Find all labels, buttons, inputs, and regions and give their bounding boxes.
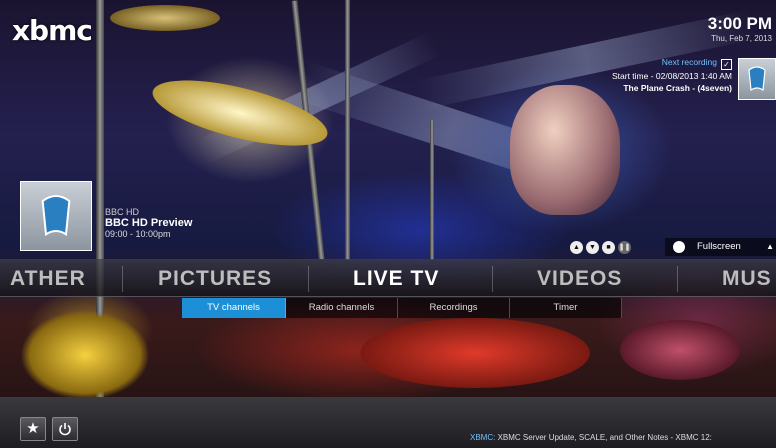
fullscreen-label: Fullscreen <box>697 241 741 252</box>
next-recording-thumbnail <box>738 58 776 100</box>
power-button[interactable] <box>52 417 78 441</box>
film-reel-icon <box>748 66 766 92</box>
menu-item-videos[interactable]: VIDEOS <box>537 267 622 291</box>
clock-time: 3:00 PM <box>707 14 772 33</box>
favourites-button[interactable]: ★ <box>20 417 46 441</box>
menu-divider <box>677 266 678 292</box>
clock-date: Thu, Feb 7, 2013 <box>711 34 772 43</box>
record-icon[interactable] <box>673 241 685 253</box>
now-playing-thumbnail[interactable] <box>20 181 92 251</box>
menu-item-music[interactable]: MUS <box>722 267 772 291</box>
submenu-timer[interactable]: Timer <box>510 298 622 318</box>
main-menu: ATHER PICTURES LIVE TV VIDEOS MUS <box>0 259 776 297</box>
drummer <box>510 85 620 215</box>
now-playing-info: BBC HD BBC HD Preview 09:00 - 10:00pm <box>105 207 192 240</box>
drum <box>620 320 740 380</box>
checkbox-icon: ✓ <box>721 59 732 70</box>
menu-item-live-tv[interactable]: LIVE TV <box>353 267 439 291</box>
next-recording-info: Next recording ✓ Start time - 02/08/2013 … <box>612 56 732 94</box>
film-reel-icon <box>41 195 71 237</box>
submenu-tv-channels[interactable]: TV channels <box>182 298 286 318</box>
rss-ticker[interactable]: XBMC: XBMC Server Update, SCALE, and Oth… <box>470 433 712 442</box>
cymbal <box>110 5 220 31</box>
up-icon[interactable]: ▲ <box>570 240 583 254</box>
menu-divider <box>122 266 123 292</box>
star-icon: ★ <box>26 420 40 437</box>
stage-light <box>20 310 150 400</box>
menu-item-pictures[interactable]: PICTURES <box>158 267 272 291</box>
menu-divider <box>492 266 493 292</box>
now-playing-show: BBC HD Preview <box>105 217 193 229</box>
power-icon <box>59 423 71 436</box>
down-icon[interactable]: ▼ <box>586 240 599 254</box>
now-playing-time: 09:00 - 10:00pm <box>105 229 171 239</box>
submenu-recordings[interactable]: Recordings <box>398 298 510 318</box>
cymbal-stand <box>345 0 350 260</box>
sub-menu: TV channels Radio channels Recordings Ti… <box>182 298 622 318</box>
pause-icon[interactable]: ❚❚ <box>618 240 631 254</box>
cymbal-stand <box>430 120 434 260</box>
ticker-source: XBMC: <box>470 433 496 442</box>
menu-item-weather[interactable]: ATHER <box>10 267 86 291</box>
clock: 3:00 PM Thu, Feb 7, 2013 <box>708 14 772 43</box>
osd-controls: ▲ ▼ ■ ❚❚ <box>570 238 631 256</box>
xbmc-logo: xbmc <box>12 14 93 47</box>
chevron-up-icon: ▲ <box>766 242 774 251</box>
next-recording-label: Next recording <box>661 57 717 67</box>
submenu-radio-channels[interactable]: Radio channels <box>286 298 398 318</box>
fullscreen-button[interactable]: Fullscreen ▲ <box>665 238 776 256</box>
next-recording-title: The Plane Crash - (4seven) <box>623 83 732 93</box>
ticker-text: XBMC Server Update, SCALE, and Other Not… <box>495 433 712 442</box>
stop-icon[interactable]: ■ <box>602 240 615 254</box>
drum <box>360 318 590 388</box>
menu-divider <box>308 266 309 292</box>
next-recording-start: Start time - 02/08/2013 1:40 AM <box>611 71 732 81</box>
